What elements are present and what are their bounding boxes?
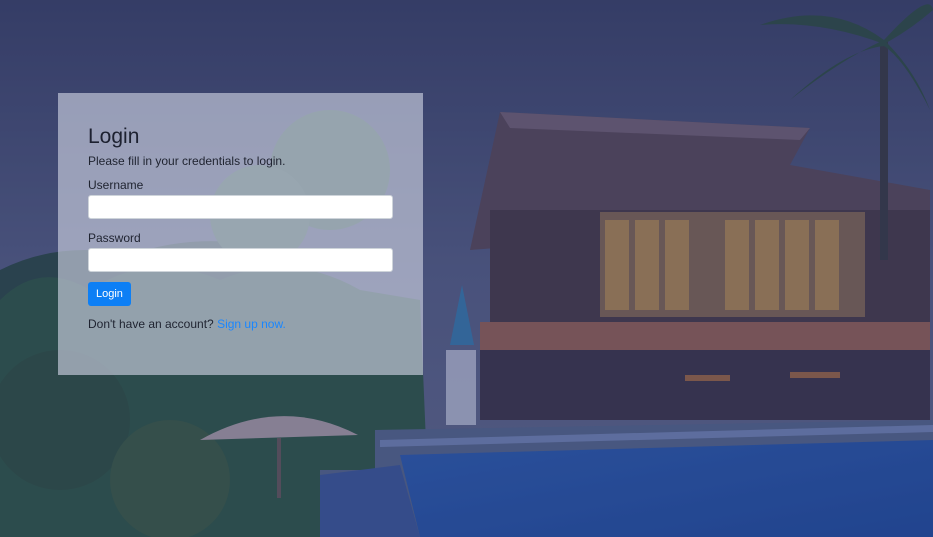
password-label: Password xyxy=(88,231,141,245)
signup-line: Don't have an account? Sign up now. xyxy=(88,317,393,331)
login-panel: Login Please fill in your credentials to… xyxy=(58,93,423,375)
login-button[interactable]: Login xyxy=(88,282,131,306)
login-title: Login xyxy=(88,125,140,148)
signup-link[interactable]: Sign up now. xyxy=(217,317,286,331)
username-label: Username xyxy=(88,178,144,192)
signup-prompt: Don't have an account? xyxy=(88,317,214,331)
login-subtitle: Please fill in your credentials to login… xyxy=(88,154,286,168)
username-field[interactable] xyxy=(88,195,393,219)
password-field[interactable] xyxy=(88,248,393,272)
